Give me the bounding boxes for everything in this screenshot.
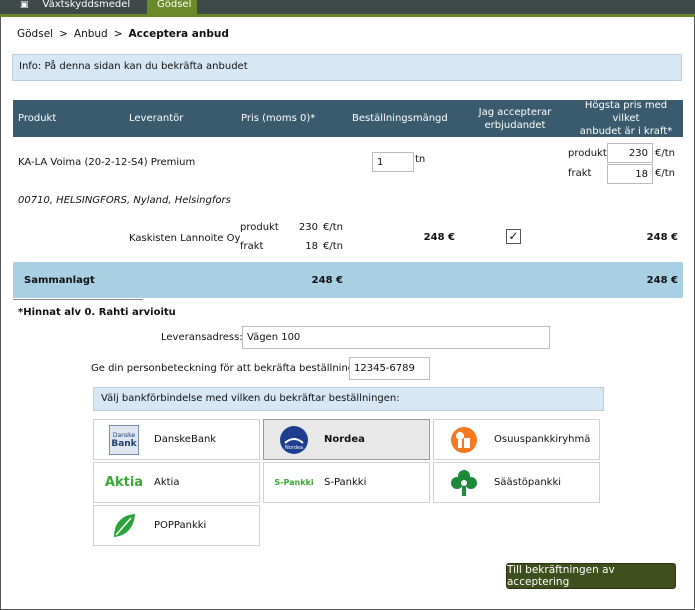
danskebank-logo-icon: Danske Bank <box>94 424 154 455</box>
delivery-address-value: Vägen 100 <box>247 332 301 343</box>
tab-godsel[interactable]: Gödsel <box>147 0 197 14</box>
max-freight-price-value: 18 <box>635 168 648 180</box>
offer-unit: €/tn <box>323 222 343 233</box>
bank-poppankki[interactable]: POPPankki <box>93 505 260 546</box>
bank-prompt: Välj bankförbindelse med vilken du bekrä… <box>93 387 604 411</box>
offer-max-total: 248 € <box>646 232 678 243</box>
header-accept: Jag accepterar erbjudandet <box>475 100 555 137</box>
header-quantity: Beställningsmängd <box>352 113 448 124</box>
delivery-location: 00710, HELSINGFORS, Nyland, Helsingfors <box>18 195 231 206</box>
tab-vaxtskyddsmedel[interactable]: ▣ Växtskyddsmedel <box>10 0 146 14</box>
leaf-emblem <box>114 513 135 537</box>
nav-accent-line <box>0 14 695 17</box>
bank-name: Osuuspankkiryhmä <box>494 434 591 445</box>
header-accept-line: Jag accepterar <box>478 106 552 118</box>
delivery-address-label: Leveransadress: <box>161 332 243 343</box>
max-product-price-input[interactable]: 230 <box>607 143 653 163</box>
bank-name: DanskeBank <box>154 434 217 445</box>
delivery-address-input[interactable]: Vägen 100 <box>242 326 550 349</box>
spankki-logo-icon: S-Pankki <box>264 468 324 498</box>
bank-osuuspankki[interactable]: Osuuspankkiryhmä <box>433 419 600 460</box>
ssn-input[interactable]: 12345-6789 <box>349 357 430 380</box>
bank-spankki[interactable]: S-Pankki S-Pankki <box>263 462 430 503</box>
price-note: *Hinnat alv 0. Rahti arvioitu <box>18 307 176 318</box>
offer-supplier: Kaskisten Lannoite Oy <box>129 233 241 244</box>
quantity-value: 1 <box>377 156 384 168</box>
logo-text: Aktia <box>104 475 144 490</box>
bank-saastopankki[interactable]: Säästöpankki <box>433 462 600 503</box>
ssn-label: Ge din personbeteckning för att bekräfta… <box>91 363 367 374</box>
max-unit: €/tn <box>655 168 675 179</box>
logo-text: Bank <box>111 438 137 449</box>
top-nav-bar: ▣ Växtskyddsmedel Gödsel <box>0 0 695 17</box>
header-accept-line: erbjudandet <box>484 119 546 131</box>
max-freight-label: frakt <box>568 168 592 179</box>
divider <box>13 299 143 300</box>
logo-text: Nordea <box>285 445 303 451</box>
table-header: Produkt Leverantör Pris (moms 0)* Bestäl… <box>13 100 683 137</box>
clover-emblem <box>451 469 477 496</box>
poppankki-logo-icon <box>94 511 154 541</box>
bank-danskebank[interactable]: Danske Bank DanskeBank <box>93 419 260 460</box>
header-max-line: anbudet är i kraft* <box>579 126 673 137</box>
aktia-logo-icon: Aktia <box>94 468 154 498</box>
ssn-value: 12345-6789 <box>354 363 415 374</box>
header-max-price: Högsta pris med vilket anbudet är i kraf… <box>573 100 679 137</box>
breadcrumb-item[interactable]: Gödsel <box>17 28 53 40</box>
op-emblem <box>451 426 477 453</box>
header-product: Produkt <box>18 113 57 124</box>
op-logo-icon <box>434 425 494 455</box>
breadcrumb-current: Acceptera anbud <box>128 28 229 40</box>
bank-nordea[interactable]: Nordea Nordea <box>263 419 430 460</box>
bank-name: Säästöpankki <box>494 477 562 488</box>
nordea-logo-icon: Nordea <box>264 425 324 455</box>
offer-freight-label: frakt <box>240 241 264 252</box>
tab-label: Växtskyddsmedel <box>42 0 131 10</box>
saastopankki-logo-icon <box>434 468 494 498</box>
header-max-line: Högsta pris med vilket <box>584 100 668 124</box>
offer-total: 248 € <box>423 232 455 243</box>
tab-label: Gödsel <box>157 0 192 10</box>
bank-name: POPPankki <box>154 520 207 531</box>
bank-name: S-Pankki <box>324 477 367 488</box>
sum-row: Sammanlagt 248 € 248 € <box>13 262 683 298</box>
info-box: Info: På denna sidan kan du bekräfta anb… <box>12 54 682 81</box>
breadcrumb-separator: > <box>113 28 123 40</box>
product-name: KA-LA Voima (20-2-12-S4) Premium <box>18 157 196 168</box>
confirm-acceptance-button[interactable]: Till bekräftningen av acceptering <box>506 563 676 589</box>
breadcrumb-item[interactable]: Anbud <box>74 28 108 40</box>
logo-text: S-Pankki <box>274 478 314 487</box>
breadcrumb: Gödsel > Anbud > Acceptera anbud <box>17 28 229 40</box>
nordea-emblem: Nordea <box>280 425 308 454</box>
bank-aktia[interactable]: Aktia Aktia <box>93 462 260 503</box>
breadcrumb-separator: > <box>59 28 68 40</box>
offer-freight-price: 18 <box>305 241 318 252</box>
info-text: Info: På denna sidan kan du bekräfta anb… <box>19 61 248 72</box>
max-unit: €/tn <box>655 148 675 159</box>
offer-product-price: 230 <box>298 222 318 233</box>
home-icon: ▣ <box>20 0 29 10</box>
sum-label: Sammanlagt <box>24 275 95 286</box>
bank-name: Aktia <box>154 477 180 488</box>
offer-product-label: produkt <box>240 222 279 233</box>
max-freight-price-input[interactable]: 18 <box>607 164 653 184</box>
button-label: Till bekräftningen av acceptering <box>507 564 615 588</box>
accept-offer-checkbox[interactable]: ✓ <box>506 229 521 244</box>
sum-max: 248 € <box>646 275 678 286</box>
sum-price: 248 € <box>311 275 343 286</box>
offer-unit: €/tn <box>323 241 343 252</box>
header-supplier: Leverantör <box>129 113 184 124</box>
max-product-label: produkt <box>568 148 607 159</box>
max-product-price-value: 230 <box>628 147 648 159</box>
bank-prompt-text: Välj bankförbindelse med vilken du bekrä… <box>101 393 400 404</box>
quantity-input[interactable]: 1 <box>372 152 414 172</box>
header-price: Pris (moms 0)* <box>241 113 316 124</box>
check-icon: ✓ <box>508 229 519 243</box>
bank-name: Nordea <box>324 434 365 445</box>
quantity-unit: tn <box>415 154 426 165</box>
